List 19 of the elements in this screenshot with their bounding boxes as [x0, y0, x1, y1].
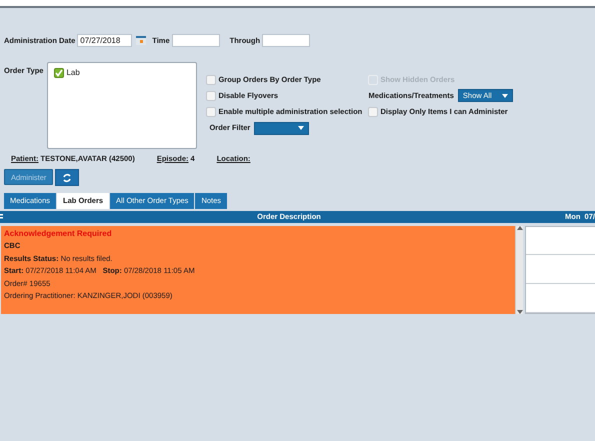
- scroll-down-icon[interactable]: [516, 310, 522, 314]
- checkbox[interactable]: [206, 106, 216, 117]
- refresh-button[interactable]: [55, 169, 80, 186]
- date-field[interactable]: 07/27/2018: [77, 34, 132, 47]
- order-type-list[interactable]: Lab: [47, 62, 198, 149]
- checkbox[interactable]: [206, 90, 216, 101]
- list-item-label: Lab: [66, 67, 80, 79]
- dropdown[interactable]: [254, 122, 310, 134]
- checkbox[interactable]: [206, 74, 216, 85]
- calendar-icon[interactable]: [136, 36, 146, 45]
- checkbox[interactable]: [368, 106, 378, 117]
- scroll-up-icon[interactable]: [516, 226, 522, 230]
- alert-text: Acknowledgement Required: [4, 228, 113, 240]
- caret-icon: [298, 126, 304, 130]
- through-field[interactable]: [262, 34, 310, 47]
- refresh-icon: [62, 172, 72, 183]
- time-field[interactable]: [172, 34, 220, 47]
- checkbox[interactable]: [54, 68, 64, 78]
- caret-icon: [502, 94, 508, 98]
